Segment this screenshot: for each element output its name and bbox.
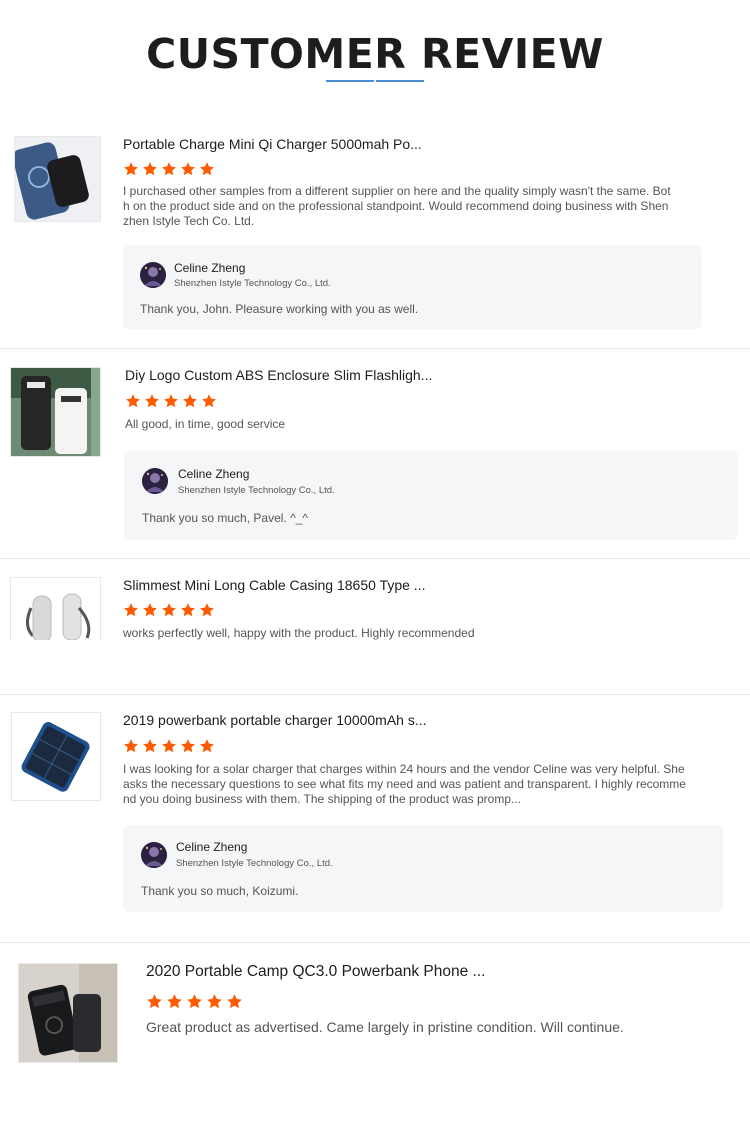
star-icon (161, 738, 177, 754)
star-icon (186, 993, 203, 1010)
product-thumbnail[interactable] (18, 963, 118, 1063)
star-icon (142, 602, 158, 618)
solar-powerbank-image (12, 713, 100, 800)
star-icon (146, 993, 163, 1010)
review-text: Great product as advertised. Came largel… (146, 1019, 624, 1035)
review-text: I purchased other samples from a differe… (123, 184, 671, 228)
seller-reply: Celine Zheng Shenzhen Istyle Technology … (124, 451, 738, 540)
product-title[interactable]: Diy Logo Custom ABS Enclosure Slim Flash… (125, 367, 432, 383)
star-icon (180, 161, 196, 177)
reply-text: Thank you, John. Pleasure working with y… (140, 302, 419, 316)
star-icon (142, 161, 158, 177)
divider (0, 694, 750, 695)
cable-powerbank-image (11, 578, 100, 640)
star-icon (123, 738, 139, 754)
star-icon (161, 161, 177, 177)
star-icon (199, 602, 215, 618)
star-rating (125, 393, 217, 409)
star-icon (125, 393, 141, 409)
star-icon (199, 738, 215, 754)
star-rating (123, 161, 215, 177)
divider (0, 348, 750, 349)
product-thumbnail[interactable] (10, 367, 101, 457)
avatar (140, 262, 166, 288)
product-thumbnail[interactable] (14, 136, 101, 222)
star-icon (166, 993, 183, 1010)
review-text: All good, in time, good service (125, 417, 286, 431)
review-text: works perfectly well, happy with the pro… (123, 626, 475, 640)
title-underline-right (376, 80, 424, 82)
slim-powerbank-image (11, 368, 100, 456)
seller-reply: Celine Zheng Shenzhen Istyle Technology … (123, 245, 702, 329)
review-text: I was looking for a solar charger that c… (123, 762, 686, 806)
seller-reply: Celine Zheng Shenzhen Istyle Technology … (123, 825, 723, 912)
product-title[interactable]: Slimmest Mini Long Cable Casing 18650 Ty… (123, 577, 425, 593)
star-icon (182, 393, 198, 409)
product-title[interactable]: 2019 powerbank portable charger 10000mAh… (123, 712, 427, 728)
title-underline-left (326, 80, 374, 82)
star-rating (123, 602, 215, 618)
reply-author-company: Shenzhen Istyle Technology Co., Ltd. (174, 278, 331, 289)
product-title[interactable]: 2020 Portable Camp QC3.0 Powerbank Phone… (146, 963, 485, 981)
reply-text: Thank you so much, Koizumi. (141, 884, 299, 898)
product-thumbnail[interactable] (11, 712, 101, 801)
star-icon (144, 393, 160, 409)
reply-author-name: Celine Zheng (178, 467, 250, 481)
avatar (141, 842, 167, 868)
divider (0, 558, 750, 559)
star-icon (199, 161, 215, 177)
avatar (142, 468, 168, 494)
reply-text: Thank you so much, Pavel. ^_^ (142, 511, 309, 525)
star-rating (123, 738, 215, 754)
star-icon (180, 602, 196, 618)
star-icon (123, 602, 139, 618)
camp-powerbank-image (19, 964, 117, 1062)
wireless-powerbank-image (15, 137, 100, 221)
star-icon (226, 993, 243, 1010)
reply-author-company: Shenzhen Istyle Technology Co., Ltd. (178, 485, 335, 496)
product-thumbnail[interactable] (10, 577, 101, 640)
star-icon (163, 393, 179, 409)
star-icon (123, 161, 139, 177)
star-icon (206, 993, 223, 1010)
reply-author-name: Celine Zheng (174, 261, 246, 275)
reply-author-name: Celine Zheng (176, 840, 248, 854)
divider (0, 942, 750, 943)
star-icon (142, 738, 158, 754)
reply-author-company: Shenzhen Istyle Technology Co., Ltd. (176, 858, 333, 869)
star-icon (180, 738, 196, 754)
product-title[interactable]: Portable Charge Mini Qi Charger 5000mah … (123, 136, 422, 152)
star-rating (146, 993, 243, 1009)
page-title: CUSTOMER REVIEW (146, 30, 604, 78)
star-icon (201, 393, 217, 409)
star-icon (161, 602, 177, 618)
